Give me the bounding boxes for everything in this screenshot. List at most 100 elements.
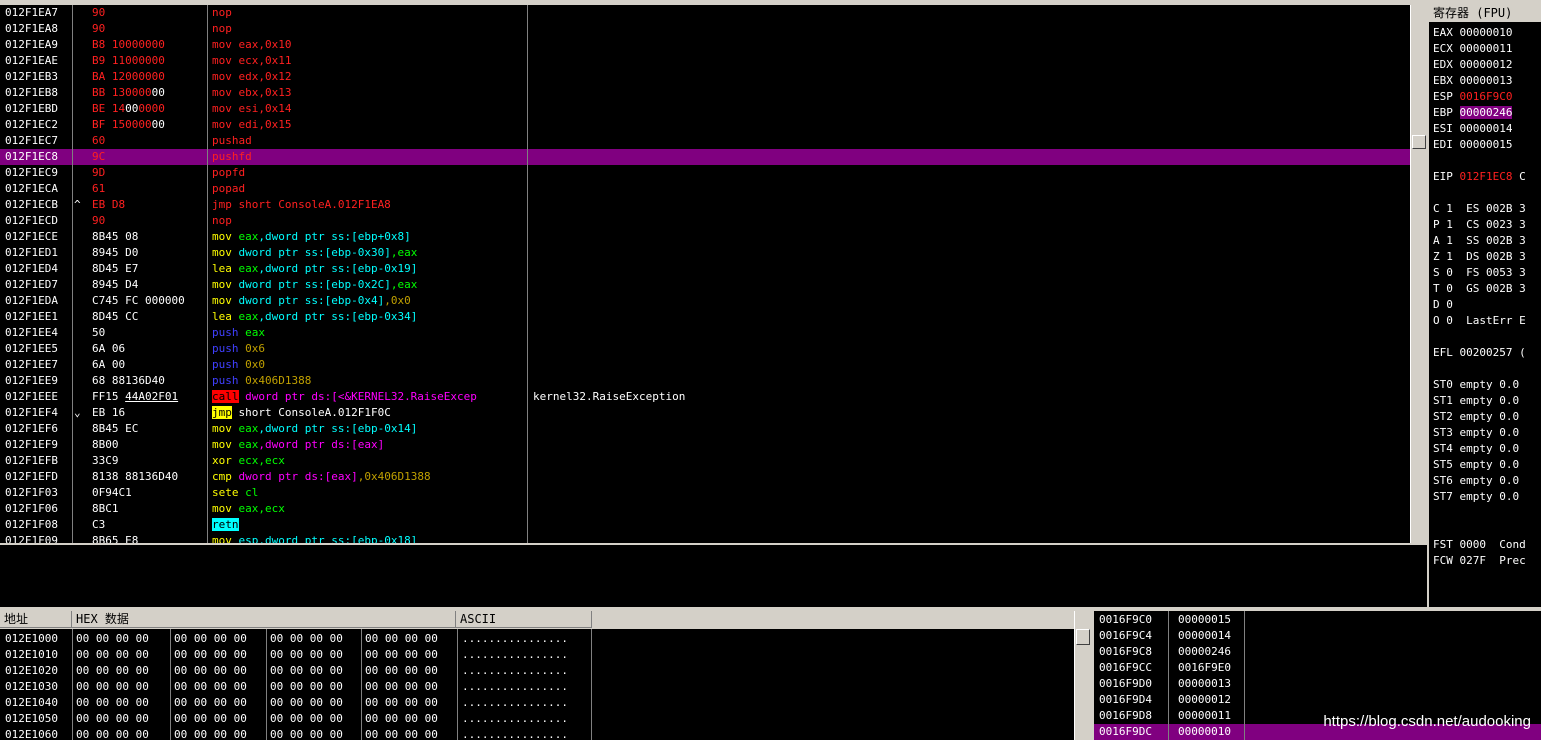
register-line[interactable]: EAX 00000010 — [1433, 25, 1512, 41]
registers-title[interactable]: 寄存器 (FPU) — [1429, 5, 1541, 22]
disasm-row[interactable]: 012F1EE9 68 88136D40 push 0x406D1388 — [0, 373, 1410, 389]
disasm-row[interactable]: 012F1ECE 8B45 08 mov eax,dword ptr ss:[ebp… — [0, 229, 1410, 245]
register-line[interactable]: EDI 00000015 — [1433, 137, 1512, 153]
register-line[interactable]: C 1 ES 002B 3 — [1433, 201, 1526, 217]
dump-row[interactable]: 012E1020 00 00 00 00 00 00 00 00 00 00 00 0… — [0, 663, 1074, 679]
disasm-row[interactable]: 012F1EC8 9C pushfd — [0, 149, 1410, 165]
disassembly-scrollbar[interactable] — [1410, 5, 1427, 543]
stack-row[interactable]: 0016F9D4 00000012 — [1094, 692, 1541, 708]
disasm-row[interactable]: 012F1EE1 8D45 CC lea eax,dword ptr ss:[ebp… — [0, 309, 1410, 325]
disasm-row[interactable]: 012F1EEE FF15 44A02F01 call dword ptr ds:[… — [0, 389, 1410, 405]
instruction-address: 012F1EA7 — [5, 6, 58, 19]
asm-segment: esp,dword ptr ss:[ebp-0x18] — [238, 534, 418, 543]
register-line[interactable]: EIP 012F1EC8 C — [1433, 169, 1526, 185]
register-line[interactable]: Z 1 DS 002B 3 — [1433, 249, 1526, 265]
scrollbar-thumb[interactable] — [1076, 629, 1090, 645]
register-line[interactable]: EFL 00200257 ( — [1433, 345, 1526, 361]
register-line[interactable]: S 0 FS 0053 3 — [1433, 265, 1526, 281]
disasm-row[interactable]: 012F1EAE B9 11000000 mov ecx,0x11 — [0, 53, 1410, 69]
dump-hex-group: 00 00 00 00 — [174, 728, 247, 740]
register-line[interactable]: ST2 empty 0.0 — [1433, 409, 1519, 425]
disasm-row[interactable]: 012F1EA7 90 nop — [0, 5, 1410, 21]
register-line[interactable]: P 1 CS 0023 3 — [1433, 217, 1526, 233]
register-line[interactable]: ESI 00000014 — [1433, 121, 1512, 137]
registers-pane[interactable]: 寄存器 (FPU) EAX 00000010 ECX 00000011 EDX 00… — [1429, 5, 1541, 607]
dump-row[interactable]: 012E1000 00 00 00 00 00 00 00 00 00 00 00 0… — [0, 631, 1074, 647]
disasm-row[interactable]: 012F1ECD 90 nop — [0, 213, 1410, 229]
asm-segment: eax — [238, 262, 259, 275]
register-line[interactable]: ST4 empty 0.0 — [1433, 441, 1519, 457]
scrollbar-thumb[interactable] — [1412, 135, 1426, 149]
dump-row[interactable]: 012E1030 00 00 00 00 00 00 00 00 00 00 00 0… — [0, 679, 1074, 695]
disasm-row[interactable]: 012F1EA9 B8 10000000 mov eax,0x10 — [0, 37, 1410, 53]
disasm-row[interactable]: 012F1F03 0F94C1 sete cl — [0, 485, 1410, 501]
disasm-row[interactable]: 012F1EB8 BB 13000000 mov ebx,0x13 — [0, 85, 1410, 101]
stack-row[interactable]: 0016F9C0 00000015 — [1094, 612, 1541, 628]
dump-hex-group: 00 00 00 00 — [174, 664, 247, 677]
disasm-row[interactable]: 012F1EFD 8138 88136D40 cmp dword ptr ds:[e… — [0, 469, 1410, 485]
register-line[interactable]: FST 0000 Cond — [1433, 537, 1526, 553]
disasm-row[interactable]: 012F1ED7 8945 D4 mov dword ptr ss:[ebp-0x2… — [0, 277, 1410, 293]
stack-row[interactable]: 0016F9C4 00000014 — [1094, 628, 1541, 644]
register-line[interactable]: ECX 00000011 — [1433, 41, 1512, 57]
register-line[interactable]: ST3 empty 0.0 — [1433, 425, 1519, 441]
disasm-row[interactable]: 012F1EE7 6A 00 push 0x0 — [0, 357, 1410, 373]
register-line[interactable]: D 0 — [1433, 297, 1453, 313]
stack-row[interactable]: 0016F9C8 00000246 — [1094, 644, 1541, 660]
register-line[interactable]: A 1 SS 002B 3 — [1433, 233, 1526, 249]
hex-segment: 8D45 CC — [92, 310, 139, 323]
register-line[interactable]: ESP 0016F9C0 — [1433, 89, 1512, 105]
disasm-row[interactable]: 012F1EC2 BF 15000000 mov edi,0x15 — [0, 117, 1410, 133]
dump-row[interactable]: 012E1010 00 00 00 00 00 00 00 00 00 00 00 0… — [0, 647, 1074, 663]
instruction-bytes: 8D45 E7 — [92, 261, 138, 277]
disasm-row[interactable]: 012F1EE4 50 push eax — [0, 325, 1410, 341]
disasm-row[interactable]: 012F1ECB ^ EB D8 jmp short ConsoleA.012F1EA… — [0, 197, 1410, 213]
instruction-bytes: 8B45 08 — [92, 229, 138, 245]
register-line[interactable]: T 0 GS 002B 3 — [1433, 281, 1526, 297]
register-line[interactable]: EDX 00000012 — [1433, 57, 1512, 73]
dump-header-ascii[interactable]: ASCII — [456, 611, 592, 628]
register-line[interactable]: ST5 empty 0.0 — [1433, 457, 1519, 473]
disasm-row[interactable]: 012F1EF6 8B45 EC mov eax,dword ptr ss:[ebp… — [0, 421, 1410, 437]
register-segment: P 1 CS 0023 3 — [1433, 218, 1526, 231]
disasm-row[interactable]: 012F1F08 C3 retn — [0, 517, 1410, 533]
register-line[interactable]: O 0 LastErr E — [1433, 313, 1526, 329]
disasm-row[interactable]: 012F1EE5 6A 06 push 0x6 — [0, 341, 1410, 357]
dump-row[interactable]: 012E1060 00 00 00 00 00 00 00 00 00 00 00 0… — [0, 727, 1074, 740]
disasm-row[interactable]: 012F1EC9 9D popfd — [0, 165, 1410, 181]
disasm-row[interactable]: 012F1EF4 ⌄ EB 16 jmp short ConsoleA.012F1F0… — [0, 405, 1410, 421]
hex-segment: B9 11000000 — [92, 54, 165, 67]
disasm-row[interactable]: 012F1ED1 8945 D0 mov dword ptr ss:[ebp-0x3… — [0, 245, 1410, 261]
register-line[interactable]: ST6 empty 0.0 — [1433, 473, 1519, 489]
dump-scrollbar[interactable] — [1074, 611, 1091, 740]
dump-pane[interactable]: 012E1000 00 00 00 00 00 00 00 00 00 00 00 0… — [0, 629, 1074, 740]
dump-row[interactable]: 012E1050 00 00 00 00 00 00 00 00 00 00 00 0… — [0, 711, 1074, 727]
stack-row[interactable]: 0016F9CC 0016F9E0 — [1094, 660, 1541, 676]
disasm-row[interactable]: 012F1EBD BE 14000000 mov esi,0x14 — [0, 101, 1410, 117]
dump-row[interactable]: 012E1040 00 00 00 00 00 00 00 00 00 00 00 0… — [0, 695, 1074, 711]
disasm-row[interactable]: 012F1F06 8BC1 mov eax,ecx — [0, 501, 1410, 517]
disasm-row[interactable]: 012F1ED4 8D45 E7 lea eax,dword ptr ss:[ebp… — [0, 261, 1410, 277]
disasm-row[interactable]: 012F1EDA C745 FC 000000 mov dword ptr ss:[… — [0, 293, 1410, 309]
asm-segment: pushad — [212, 134, 252, 147]
stack-value: 00000012 — [1178, 693, 1231, 706]
disasm-row[interactable]: 012F1EC7 60 pushad — [0, 133, 1410, 149]
disasm-row[interactable]: 012F1F09 8B65 E8 mov esp,dword ptr ss:[ebp… — [0, 533, 1410, 543]
register-line[interactable]: FCW 027F Prec — [1433, 553, 1526, 569]
disassembly-pane[interactable]: 012F1EA7 90 nop 012F1EA8 90 nop 012F1EA9 B8 100… — [0, 5, 1410, 543]
register-line[interactable]: EBX 00000013 — [1433, 73, 1512, 89]
disasm-row[interactable]: 012F1EF9 8B00 mov eax,dword ptr ds:[eax] — [0, 437, 1410, 453]
disasm-row[interactable]: 012F1EB3 BA 12000000 mov edx,0x12 — [0, 69, 1410, 85]
disasm-row[interactable]: 012F1EFB 33C9 xor ecx,ecx — [0, 453, 1410, 469]
disasm-row[interactable]: 012F1EA8 90 nop — [0, 21, 1410, 37]
stack-row[interactable]: 0016F9D0 00000013 — [1094, 676, 1541, 692]
hex-segment: BF 150000 — [92, 118, 152, 131]
register-line[interactable]: ST1 empty 0.0 — [1433, 393, 1519, 409]
dump-header-hex[interactable]: HEX 数据 — [72, 611, 456, 628]
register-line[interactable]: EBP 00000246 — [1433, 105, 1513, 121]
stack-address: 0016F9D8 — [1099, 709, 1152, 722]
disasm-row[interactable]: 012F1ECA 61 popad — [0, 181, 1410, 197]
register-line[interactable]: ST7 empty 0.0 — [1433, 489, 1519, 505]
register-line[interactable]: ST0 empty 0.0 — [1433, 377, 1519, 393]
dump-header-address[interactable]: 地址 — [0, 611, 72, 628]
